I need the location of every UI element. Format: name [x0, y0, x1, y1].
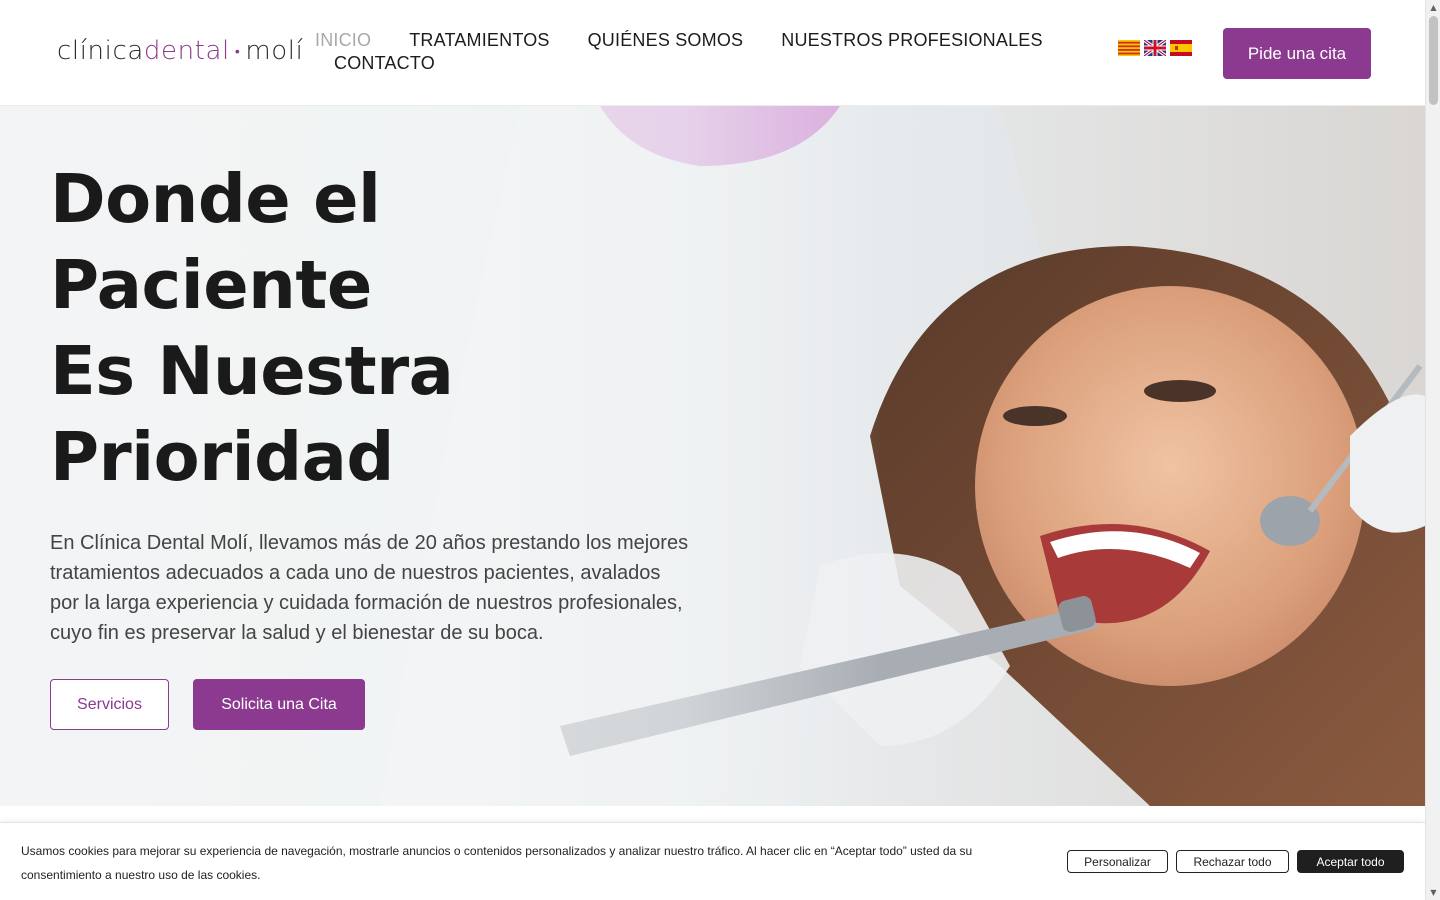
cookie-accept-button[interactable]: Aceptar todo — [1297, 850, 1404, 873]
cookie-customize-button[interactable]: Personalizar — [1067, 850, 1168, 873]
logo-text-clinica: clínica — [57, 36, 144, 66]
cookie-message: Usamos cookies para mejorar su experienc… — [21, 844, 973, 882]
site-header: clínicadental • molí INICIO TRATAMIENTOS Q… — [0, 0, 1425, 106]
logo-text-moli: molí — [245, 36, 304, 66]
language-switcher — [1118, 40, 1192, 56]
services-button[interactable]: Servicios — [50, 679, 169, 730]
hero-title-line-3: Prioridad — [50, 418, 394, 496]
nav-item-nuestros-profesionales[interactable]: NUESTROS PROFESIONALES — [781, 30, 1042, 51]
hero-content: Donde el Paciente Es Nuestra Prioridad E… — [50, 156, 710, 730]
cookie-banner: Usamos cookies para mejorar su experienc… — [0, 822, 1425, 900]
logo-dot: • — [234, 43, 241, 60]
nav-item-quienes-somos[interactable]: QUIÉNES SOMOS — [588, 30, 744, 51]
cookie-reject-button[interactable]: Rechazar todo — [1176, 850, 1289, 873]
hero-section: Donde el Paciente Es Nuestra Prioridad E… — [0, 106, 1425, 806]
hero-title-line-1: Donde el Paciente — [50, 160, 381, 324]
header-appointment-button[interactable]: Pide una cita — [1223, 28, 1371, 79]
nav-item-contacto[interactable]: CONTACTO — [334, 53, 435, 74]
request-appointment-button[interactable]: Solicita una Cita — [193, 679, 365, 730]
scrollbar-thumb[interactable] — [1429, 16, 1438, 105]
nav-item-inicio[interactable]: INICIO — [315, 30, 371, 51]
uk-flag-icon[interactable] — [1144, 40, 1166, 56]
nav-item-tratamientos[interactable]: TRATAMIENTOS — [409, 30, 549, 51]
hero-title: Donde el Paciente Es Nuestra Prioridad — [50, 156, 710, 500]
main-navigation: INICIO TRATAMIENTOS QUIÉNES SOMOS NUESTR… — [315, 28, 1075, 76]
hero-title-line-2: Es Nuestra — [50, 332, 454, 410]
hero-description: En Clínica Dental Molí, llevamos más de … — [50, 532, 689, 644]
catalan-flag-icon[interactable] — [1118, 40, 1140, 56]
clinic-logo[interactable]: clínicadental • molí — [57, 36, 303, 67]
nav-row-1: INICIO TRATAMIENTOS QUIÉNES SOMOS NUESTR… — [315, 28, 1075, 53]
scroll-down-arrow-icon[interactable]: ▼ — [1426, 885, 1440, 900]
scroll-up-arrow-icon[interactable]: ▲ — [1426, 0, 1440, 15]
spain-flag-icon[interactable] — [1170, 40, 1192, 56]
logo-text-dental: dental — [143, 36, 230, 66]
hero-buttons: Servicios Solicita una Cita — [50, 679, 710, 730]
page-scrollbar[interactable]: ▲ ▼ — [1425, 0, 1440, 900]
cookie-actions: Personalizar Rechazar todo Aceptar todo — [1067, 850, 1404, 873]
nav-row-2: CONTACTO — [315, 51, 1075, 76]
